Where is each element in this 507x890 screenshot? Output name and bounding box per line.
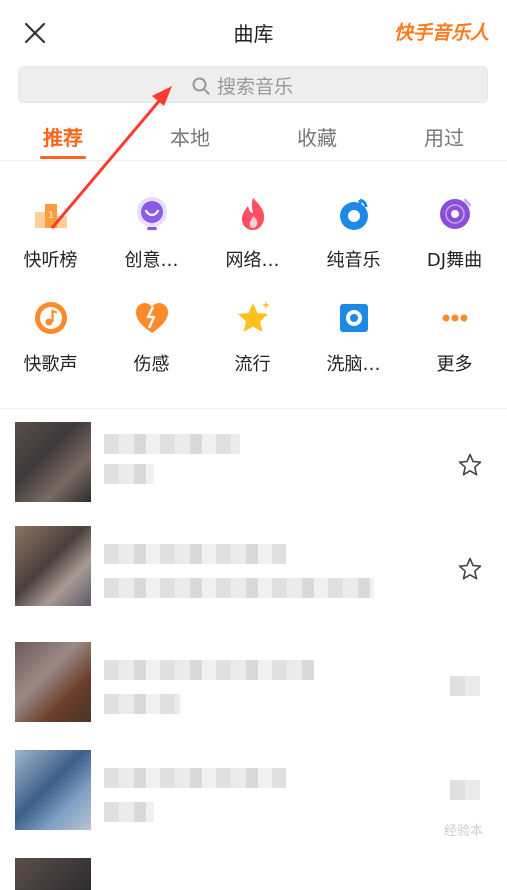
- list-item[interactable]: [0, 412, 507, 517]
- song-cover: [15, 422, 91, 502]
- star-blurred[interactable]: [450, 676, 480, 696]
- star-icon: [237, 301, 270, 332]
- song-title-blurred: [104, 434, 240, 454]
- brand-logo: 快手音乐人: [393, 22, 489, 44]
- song-cover: [15, 858, 91, 890]
- song-artist-blurred: [104, 802, 154, 822]
- category-network[interactable]: 网络…: [202, 190, 303, 280]
- category-label: 创意…: [124, 250, 179, 271]
- category-more[interactable]: 更多: [404, 294, 505, 384]
- song-artist-blurred: [104, 694, 180, 714]
- category-catchy[interactable]: 洗脑…: [303, 294, 404, 384]
- tab-favorites[interactable]: 收藏: [277, 122, 357, 151]
- song-cover: [15, 750, 91, 830]
- svg-text:1: 1: [48, 211, 54, 221]
- list-item[interactable]: [0, 516, 507, 621]
- search-input[interactable]: 搜索音乐: [18, 66, 488, 103]
- category-label: 伤感: [133, 354, 170, 375]
- song-cover: [15, 526, 91, 606]
- tab-underline: [40, 156, 86, 159]
- category-label: 洗脑…: [326, 354, 381, 375]
- category-label: 流行: [234, 354, 271, 375]
- category-label: 更多: [436, 354, 473, 375]
- star-blurred[interactable]: [450, 780, 480, 800]
- tab-local[interactable]: 本地: [150, 122, 230, 151]
- search-icon: [192, 77, 210, 94]
- song-title-blurred: [104, 660, 314, 680]
- tab-bar: 推荐 本地 收藏 用过: [0, 112, 507, 161]
- broken-heart-icon: [135, 303, 168, 333]
- song-artist-blurred: [104, 464, 154, 484]
- category-kuaigesheng[interactable]: 快歌声: [0, 294, 101, 384]
- search-placeholder: 搜索音乐: [217, 76, 294, 98]
- header: 曲库 快手音乐人: [0, 0, 507, 62]
- song-cover: [15, 642, 91, 722]
- search-content: 搜索音乐: [191, 72, 293, 99]
- category-label: 纯音乐: [326, 250, 381, 271]
- category-pure-music[interactable]: 纯音乐: [303, 190, 404, 280]
- category-pop[interactable]: 流行: [202, 294, 303, 384]
- more-dots-icon: [442, 314, 467, 322]
- vinyl-icon: [439, 198, 471, 229]
- list-item[interactable]: [0, 848, 507, 890]
- category-sad[interactable]: 伤感: [101, 294, 202, 384]
- list-item[interactable]: 经验本: [0, 740, 507, 845]
- list-item[interactable]: [0, 632, 507, 737]
- song-title-blurred: [104, 768, 286, 788]
- favorite-star-icon[interactable]: [457, 556, 483, 582]
- flame-icon: [241, 198, 264, 230]
- category-label: 网络…: [225, 250, 280, 271]
- category-kuaitingbang[interactable]: 1 快听榜: [0, 190, 101, 280]
- watermark: 经验本: [443, 824, 483, 839]
- podium-icon: 1: [34, 204, 67, 228]
- song-title-blurred: [104, 544, 286, 564]
- creative-bulb-icon: [136, 197, 167, 230]
- drop-music-icon: [339, 198, 368, 230]
- category-label: DJ舞曲: [426, 250, 483, 271]
- tab-used[interactable]: 用过: [404, 122, 484, 151]
- favorite-star-icon[interactable]: [457, 452, 483, 478]
- tab-recommend[interactable]: 推荐: [23, 122, 103, 151]
- music-note-icon: [34, 302, 67, 334]
- section-divider: [0, 408, 507, 409]
- category-creative[interactable]: 创意…: [101, 190, 202, 280]
- category-label: 快歌声: [23, 354, 78, 375]
- square-target-icon: [339, 304, 368, 332]
- category-label: 快听榜: [23, 250, 78, 271]
- song-artist-blurred: [104, 578, 374, 598]
- category-dj[interactable]: DJ舞曲: [404, 190, 505, 280]
